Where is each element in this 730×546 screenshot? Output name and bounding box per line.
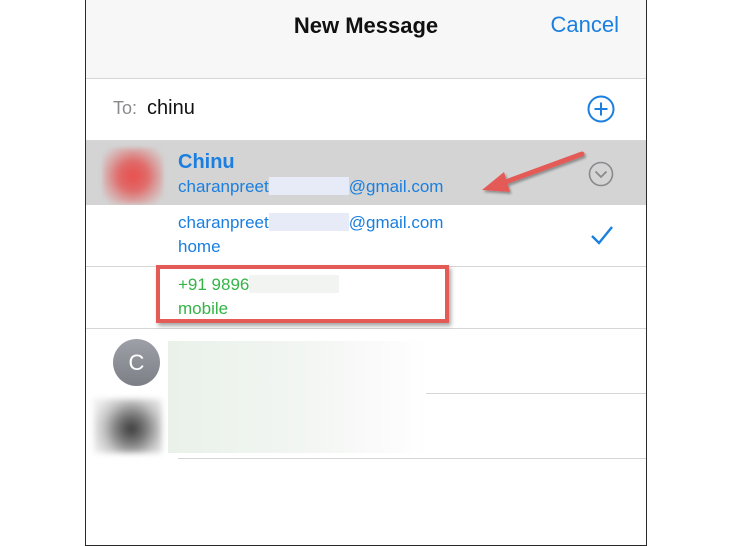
- navigation-bar: New Message Cancel: [86, 0, 646, 79]
- messages-app: New Message Cancel To: chinu Chinu chara…: [85, 0, 647, 546]
- divider: [426, 393, 646, 394]
- address-option-email[interactable]: charanpreet @gmail.com home: [86, 205, 646, 267]
- divider: [178, 458, 646, 459]
- annotation-highlight-box: [156, 265, 449, 323]
- recipient-input[interactable]: chinu: [147, 97, 195, 120]
- avatar: [103, 148, 163, 204]
- avatar: [94, 399, 162, 453]
- redacted-block: [268, 177, 349, 195]
- option-address-suffix: @gmail.com: [348, 213, 444, 232]
- checkmark-icon: [591, 226, 613, 245]
- contact-list: C: [86, 329, 646, 545]
- plus-circle-icon[interactable]: [587, 95, 615, 123]
- redacted-block: [268, 213, 349, 231]
- option-address-prefix: charanpreet: [178, 213, 269, 232]
- annotation-arrow: [482, 151, 585, 192]
- redacted-block: [168, 341, 428, 453]
- email-suffix: @gmail.com: [348, 177, 444, 196]
- contact-email: charanpreet @gmail.com: [178, 177, 443, 197]
- cancel-button[interactable]: Cancel: [551, 12, 619, 38]
- option-type-label: home: [178, 237, 221, 256]
- avatar[interactable]: C: [113, 339, 160, 386]
- email-prefix: charanpreet: [178, 177, 269, 196]
- recipient-field-row[interactable]: To: chinu: [86, 79, 646, 141]
- to-label: To:: [113, 98, 138, 118]
- option-address: charanpreet @gmail.com: [178, 213, 443, 233]
- contact-name: Chinu: [178, 151, 235, 173]
